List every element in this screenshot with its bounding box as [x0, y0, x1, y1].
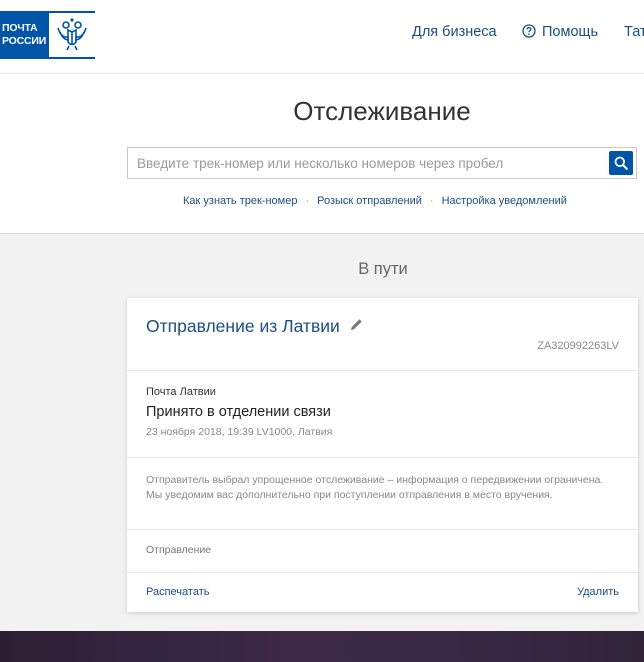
pochta-rossii-logo[interactable]: ПОЧТА РОССИИ [0, 11, 95, 59]
nav-language-label: Тат [624, 24, 644, 40]
divider [127, 370, 638, 371]
footer-band [0, 631, 644, 662]
delete-button[interactable]: Удалить [577, 586, 619, 598]
logo-line-1: ПОЧТА [2, 22, 38, 34]
event-meta: 23 ноября 2018, 19:39 LV1000, Латвия [146, 426, 333, 438]
operator-name: Почта Латвии [146, 386, 216, 398]
double-headed-eagle-icon [49, 13, 95, 57]
event-status: Принято в отделении связи [146, 404, 331, 420]
status-title: В пути [358, 260, 408, 278]
nav-help[interactable]: Помощь [522, 24, 598, 40]
logo-line-2: РОССИИ [2, 35, 47, 47]
nav-language[interactable]: Тат [624, 24, 644, 40]
shipment-card-header: Отправление из Латвии ZA320992263LV [127, 298, 638, 370]
divider [127, 457, 638, 458]
nav-for-business[interactable]: Для бизнеса [412, 24, 497, 40]
page-title: Отслеживание [293, 96, 471, 126]
print-button[interactable]: Распечатать [146, 586, 209, 598]
nav-for-business-label: Для бизнеса [412, 24, 497, 40]
logo-text: ПОЧТА РОССИИ [0, 22, 47, 48]
link-separator: · [305, 195, 310, 207]
site-header: ПОЧТА РОССИИ Для бизнеса Помощь Тат [0, 0, 644, 74]
divider [127, 572, 638, 573]
tracking-search-section: Отслеживание Как узнать трек-номер · Розыс… [0, 74, 644, 234]
help-links: Как узнать трек-номер · Розыск отправлений… [183, 195, 567, 207]
track-number-input[interactable] [128, 148, 608, 178]
shipment-type-label: Отправление [146, 544, 212, 556]
link-how-to-find-track[interactable]: Как узнать трек-номер [183, 195, 297, 207]
link-parcel-search[interactable]: Розыск отправлений [317, 195, 422, 207]
search-icon [614, 156, 628, 170]
shipment-title[interactable]: Отправление из Латвии [146, 316, 340, 337]
pencil-icon[interactable] [350, 318, 363, 331]
simplified-tracking-notice: Отправитель выбрал упрощенное отслеживан… [146, 474, 604, 501]
help-circle-icon [522, 24, 536, 38]
divider [127, 529, 638, 530]
search-button[interactable] [609, 151, 633, 175]
track-number: ZA320992263LV [537, 340, 619, 352]
shipment-card: Отправление из Латвии ZA320992263LV Почт… [127, 298, 638, 612]
link-separator: · [429, 195, 434, 207]
search-box [127, 147, 637, 179]
nav-help-label: Помощь [542, 24, 599, 40]
link-notification-settings[interactable]: Настройка уведомлений [442, 195, 567, 207]
